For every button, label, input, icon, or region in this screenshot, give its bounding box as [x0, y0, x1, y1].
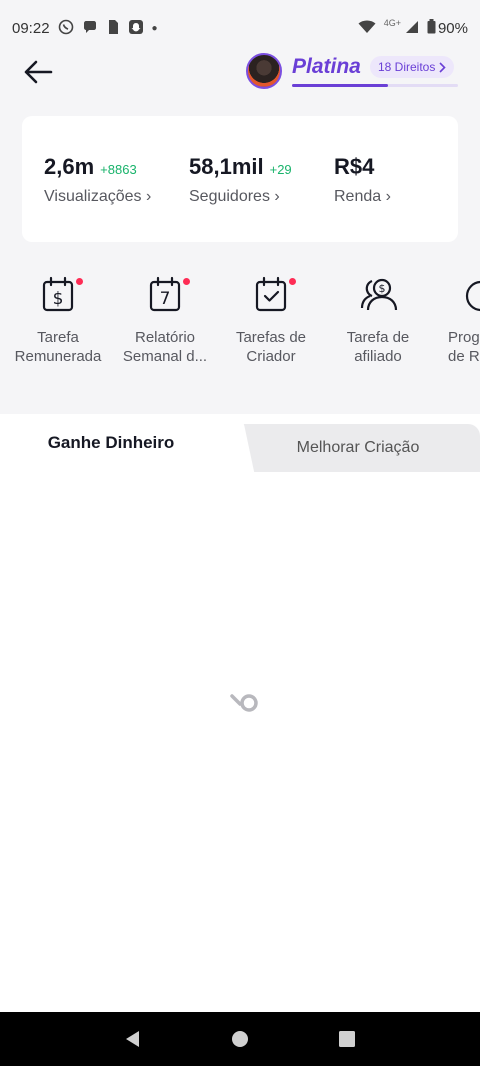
back-button[interactable]: [22, 56, 54, 88]
chevron-right-icon: [439, 61, 446, 73]
status-right: 4G+ 90%: [358, 18, 468, 37]
notification-dot: [76, 278, 83, 285]
stat-income[interactable]: R$4 Renda ›: [334, 154, 391, 206]
tab-label: Ganhe Dinheiro: [47, 433, 175, 452]
shortcut-label: Prog de Re: [448, 329, 480, 365]
triangle-back-icon: [126, 1031, 140, 1047]
status-left: 09:22 ●: [12, 19, 158, 38]
shortcut-label: Tarefa de afiliado: [346, 329, 410, 365]
shortcut-paid-task[interactable]: $ Tarefa Remunerada: [3, 276, 113, 366]
shortcut-weekly-report[interactable]: 7 Relatório Semanal d...: [110, 276, 220, 366]
svg-text:$: $: [379, 282, 386, 295]
tab-label: Melhorar Criação: [296, 439, 420, 456]
avatar[interactable]: [246, 53, 282, 89]
header: Platina 18 Direitos: [0, 52, 480, 92]
shortcuts-row: $ Tarefa Remunerada 7 Relatório Semanal …: [0, 276, 480, 376]
back-arrow-icon: [24, 60, 53, 84]
calendar-7-icon: 7: [148, 276, 190, 312]
status-time: 09:22: [12, 19, 50, 37]
calendar-check-icon: [254, 276, 296, 312]
tab-improve-creation[interactable]: Melhorar Criação: [232, 424, 480, 472]
stat-delta: +29: [269, 162, 292, 177]
stats-card: 2,6m +8863 Visualizações › 58,1mil +29 S…: [22, 116, 458, 242]
status-bar: 09:22 ● 4G+ 90%: [0, 0, 480, 56]
tier-progress-fill: [292, 84, 389, 87]
shortcut-program[interactable]: Prog de Re: [424, 276, 480, 366]
stat-label: Seguidores: [189, 188, 270, 205]
nav-recents-button[interactable]: [327, 1019, 367, 1059]
square-recents-icon: [338, 1031, 355, 1047]
wifi-icon: [358, 20, 376, 37]
shortcut-affiliate-task[interactable]: $ Tarefa de afiliado: [323, 276, 433, 366]
battery-icon: [427, 19, 436, 37]
stat-value: 58,1mil: [189, 154, 264, 179]
program-icon: [464, 276, 480, 312]
chevron-right-icon: ›: [385, 188, 391, 205]
svg-text:7: 7: [160, 289, 171, 309]
shortcut-label: Relatório Semanal d...: [122, 329, 208, 365]
loading-spinner-icon: [230, 694, 258, 712]
stat-value: R$4: [334, 154, 375, 179]
more-notifications-dot: ●: [151, 22, 158, 34]
whatsapp-icon: [58, 19, 74, 38]
stat-value: 2,6m: [44, 154, 95, 179]
calendar-dollar-icon: $: [41, 276, 83, 312]
rights-label: 18 Direitos: [378, 60, 436, 74]
content-area: Melhorar Criação Ganhe Dinheiro: [0, 414, 480, 1012]
tab-earn-money[interactable]: Ganhe Dinheiro: [0, 414, 236, 472]
rights-button[interactable]: 18 Direitos: [370, 56, 455, 78]
circle-home-icon: [231, 1031, 248, 1047]
creator-tier[interactable]: Platina 18 Direitos: [246, 52, 460, 92]
nav-home-button[interactable]: [220, 1019, 260, 1059]
battery-level: 90%: [437, 19, 468, 37]
shortcut-label: Tarefas de Criador: [235, 329, 307, 365]
network-type: 4G+: [383, 18, 401, 28]
sim-icon: [106, 19, 120, 38]
affiliate-users-icon: $: [358, 276, 398, 312]
chevron-right-icon: ›: [146, 188, 152, 205]
tier-progress-bar: [292, 84, 458, 87]
signal-icon: [405, 20, 419, 37]
notification-dot: [183, 278, 190, 285]
stat-label: Visualizações: [44, 188, 142, 205]
stat-views[interactable]: 2,6m +8863 Visualizações ›: [44, 154, 151, 206]
svg-text:$: $: [53, 289, 64, 309]
snapchat-icon: [128, 19, 144, 38]
notification-dot: [289, 278, 296, 285]
tab-bar: Melhorar Criação Ganhe Dinheiro: [0, 414, 480, 472]
stat-label: Renda: [334, 188, 382, 205]
shortcut-creator-tasks[interactable]: Tarefas de Criador: [216, 276, 326, 366]
shortcut-label: Tarefa Remunerada: [14, 329, 102, 365]
chevron-right-icon: ›: [274, 188, 280, 205]
stat-followers[interactable]: 58,1mil +29 Seguidores ›: [189, 154, 292, 206]
system-nav-bar: [0, 1012, 480, 1066]
nav-back-button[interactable]: [113, 1019, 153, 1059]
chat-icon: [82, 19, 98, 38]
tier-name: Platina: [292, 55, 361, 78]
stat-delta: +8863: [100, 162, 137, 177]
